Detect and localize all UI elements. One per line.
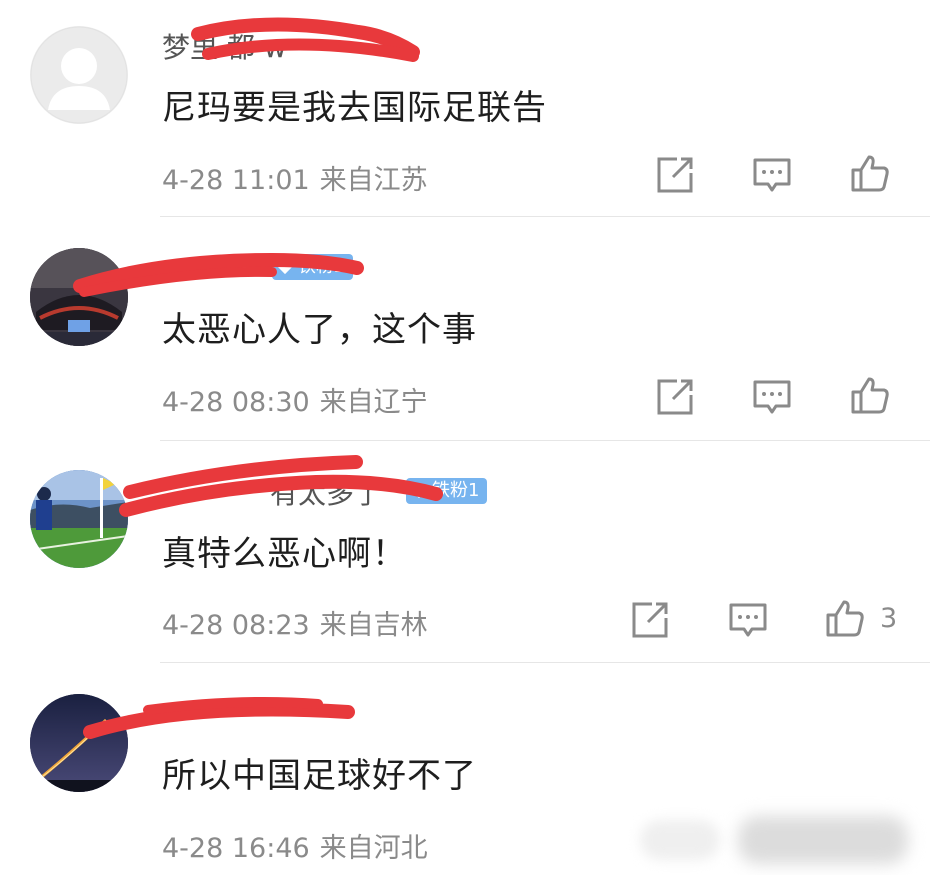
username[interactable]: 梦里 都 w <box>162 26 287 66</box>
comment-date: 4-28 16:46 <box>162 833 310 864</box>
thumbs-up-icon[interactable] <box>850 153 890 193</box>
blurred-area <box>640 820 720 860</box>
comment-date: 4-28 11:01 <box>162 165 310 196</box>
divider <box>160 216 930 217</box>
comment-text: 真特么恶心啊！ <box>162 534 407 574</box>
comment-meta: 4-28 11:01 来自江苏 <box>162 158 428 197</box>
comment-location: 来自吉林 <box>319 610 428 641</box>
comment-date: 4-28 08:23 <box>162 610 310 641</box>
share-icon[interactable] <box>655 155 695 195</box>
comment-meta: 4-28 08:23 来自吉林 <box>162 603 428 642</box>
username[interactable]: 有太多了 <box>270 472 382 512</box>
comment-location: 来自辽宁 <box>319 387 428 418</box>
comment-meta: 4-28 08:30 来自辽宁 <box>162 380 428 419</box>
comment-location: 来自河北 <box>319 833 428 864</box>
comment-meta: 4-28 16:46 来自河北 <box>162 826 428 865</box>
comment-date: 4-28 08:30 <box>162 387 310 418</box>
thumbs-up-icon[interactable] <box>850 375 890 415</box>
fan-badge: 铁粉2 <box>272 254 354 280</box>
avatar[interactable] <box>30 694 128 792</box>
comment-icon[interactable] <box>752 155 792 195</box>
fan-badge: 铁粉1 <box>406 478 488 504</box>
comment-icon[interactable] <box>728 600 768 640</box>
share-icon[interactable] <box>630 600 670 640</box>
divider <box>160 662 930 663</box>
comment-location: 来自江苏 <box>319 165 428 196</box>
divider <box>160 440 930 441</box>
comment-text: 所以中国足球好不了 <box>162 756 477 796</box>
share-icon[interactable] <box>655 377 695 417</box>
avatar[interactable] <box>30 26 128 124</box>
blurred-area <box>738 816 908 864</box>
like-count: 3 <box>880 603 898 634</box>
avatar[interactable] <box>30 470 128 568</box>
comment-text: 太恶心人了，这个事 <box>162 310 477 350</box>
avatar[interactable] <box>30 248 128 346</box>
comment-icon[interactable] <box>752 377 792 417</box>
thumbs-up-icon[interactable] <box>825 598 865 638</box>
comment-text: 尼玛要是我去国际足联告 <box>162 88 547 128</box>
